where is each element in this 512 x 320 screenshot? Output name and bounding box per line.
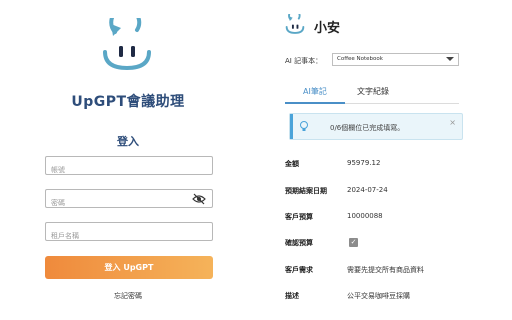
close-icon[interactable]: × <box>449 118 456 127</box>
alert-accent-bar <box>290 114 293 139</box>
notebook-select[interactable]: Coffee Notebook <box>332 53 459 66</box>
notebook-selected-value: Coffee Notebook <box>337 56 383 62</box>
lightbulb-icon <box>300 121 308 131</box>
field-label-budget: 客戶預算 <box>285 213 313 221</box>
completion-alert: 0/6個欄位已完成填寫。 × <box>289 113 463 140</box>
field-label-budget-confirmed: 確認預算 <box>285 239 313 247</box>
field-value-budget: 10000088 <box>347 212 383 220</box>
notebook-label: AI 記事本： <box>285 57 323 65</box>
field-value-close-date: 2024-07-24 <box>347 186 388 194</box>
tenant-input[interactable] <box>46 227 191 245</box>
budget-confirmed-checkbox[interactable]: ✓ <box>349 238 358 247</box>
username-field[interactable] <box>45 156 213 179</box>
login-panel: UpGPT會議助理 登入 登入 UpGPT 忘記密碼 <box>0 0 256 320</box>
field-value-description: 公平交易咖啡豆採購 <box>347 292 410 300</box>
password-field[interactable] <box>45 189 213 212</box>
upgpt-logo-icon <box>103 18 151 71</box>
forgot-password-link[interactable]: 忘記密碼 <box>0 291 256 301</box>
assistant-logo-icon <box>285 14 305 34</box>
assistant-title: 小安 <box>314 21 341 36</box>
field-label-close-date: 預期結案日期 <box>285 187 327 195</box>
password-input[interactable] <box>46 194 191 212</box>
alert-text: 0/6個欄位已完成填寫。 <box>330 124 405 132</box>
assistant-panel: 小安 AI 記事本： Coffee Notebook AI筆記 文字紀錄 0/6… <box>256 0 512 320</box>
username-input[interactable] <box>46 161 191 179</box>
login-button[interactable]: 登入 UpGPT <box>45 256 213 279</box>
field-label-needs: 客戶需求 <box>285 266 313 274</box>
tab-ai-notes[interactable]: AI筆記 <box>303 86 327 97</box>
tenant-field[interactable] <box>45 222 213 245</box>
login-title: 登入 <box>117 135 139 148</box>
brand-name: UpGPT會議助理 <box>71 94 185 110</box>
tab-transcript[interactable]: 文字紀錄 <box>357 86 389 97</box>
caret-down-icon <box>446 57 454 61</box>
field-label-description: 描述 <box>285 292 299 300</box>
eye-off-icon[interactable] <box>192 193 206 205</box>
field-value-amount: 95979.12 <box>347 159 381 167</box>
field-label-amount: 金額 <box>285 160 299 168</box>
active-tab-indicator <box>285 102 345 104</box>
field-value-needs: 需要先提交所有商品資料 <box>347 266 424 274</box>
